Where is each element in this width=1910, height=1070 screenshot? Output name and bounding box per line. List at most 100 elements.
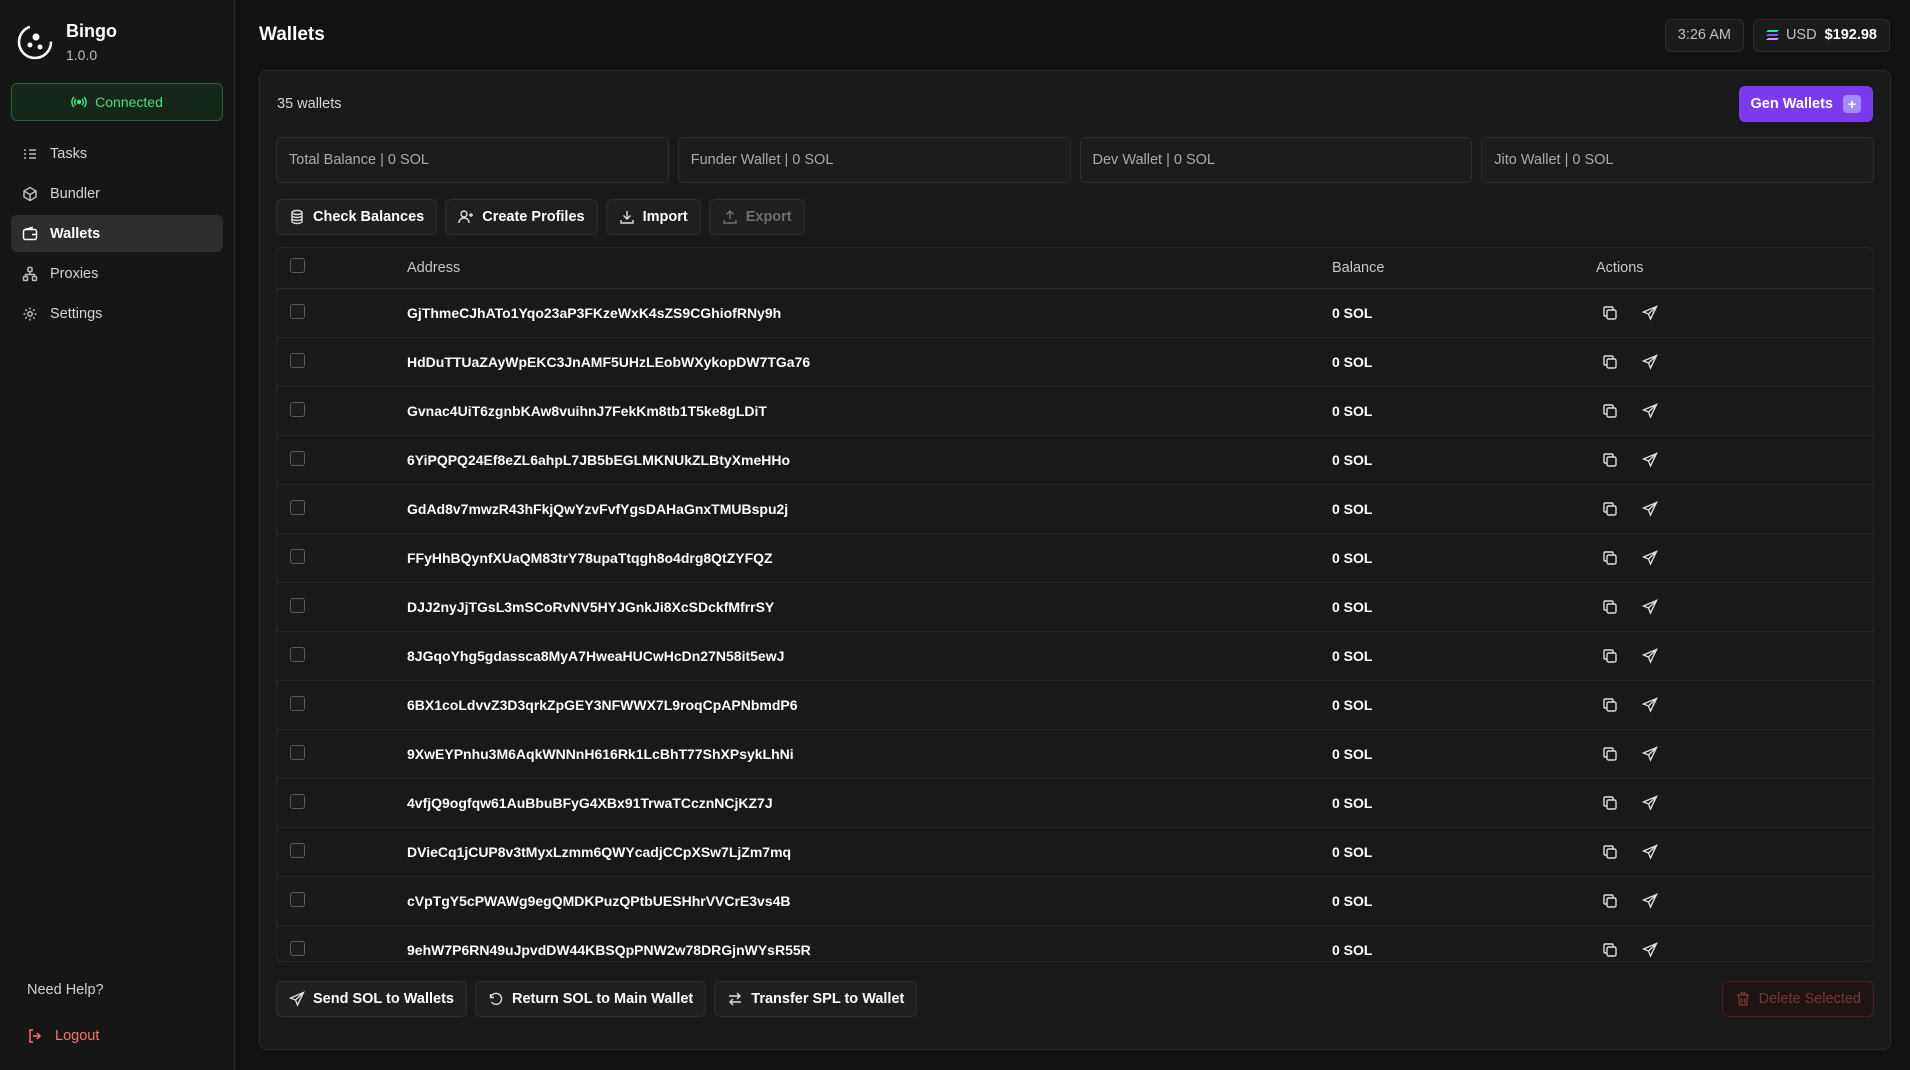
sidebar-item-tasks[interactable]: Tasks	[11, 135, 223, 172]
row-select-cell	[277, 778, 407, 828]
need-help-link[interactable]: Need Help?	[27, 982, 104, 998]
row-select-cell	[277, 386, 407, 436]
copy-icon[interactable]	[1596, 299, 1624, 327]
wallet-address: 4vfjQ9ogfqw61AuBbuBFyG4XBx91TrwaTCcznNCj…	[407, 778, 1332, 828]
row-select-cell	[277, 484, 407, 534]
send-sol-button[interactable]: Send SOL to Wallets	[276, 981, 467, 1017]
sidebar-item-bundler[interactable]: Bundler	[11, 175, 223, 212]
gen-wallets-button[interactable]: Gen Wallets +	[1738, 86, 1873, 122]
wallet-address: 6BX1coLdvvZ3D3qrkZpGEY3NFWWX7L9roqCpAPNb…	[407, 680, 1332, 730]
column-header-address: Address	[407, 248, 1332, 289]
copy-icon[interactable]	[1596, 544, 1624, 572]
copy-icon[interactable]	[1596, 593, 1624, 621]
select-all-checkbox[interactable]	[290, 258, 305, 274]
row-checkbox[interactable]	[290, 303, 305, 319]
wallet-address: DVieCq1jCUP8v3tMyxLzmm6QWYcadjCCpXSw7LjZ…	[407, 827, 1332, 877]
plus-icon: +	[1843, 95, 1861, 113]
app-version: 1.0.0	[66, 47, 98, 63]
row-checkbox[interactable]	[290, 793, 305, 809]
copy-icon[interactable]	[1596, 838, 1624, 866]
solana-icon	[1765, 30, 1779, 40]
send-icon[interactable]	[1636, 691, 1664, 719]
row-checkbox[interactable]	[290, 548, 305, 564]
row-actions-cell	[1596, 631, 1873, 681]
send-icon[interactable]	[1636, 299, 1664, 327]
column-header-balance: Balance	[1332, 248, 1596, 289]
row-actions-cell	[1596, 925, 1873, 962]
clock-display: 3:26 AM	[1664, 18, 1744, 52]
row-actions-cell	[1596, 729, 1873, 779]
send-icon[interactable]	[1636, 838, 1664, 866]
copy-icon[interactable]	[1596, 691, 1624, 719]
row-checkbox[interactable]	[290, 352, 305, 368]
row-checkbox[interactable]	[290, 695, 305, 711]
send-icon[interactable]	[1636, 348, 1664, 376]
row-checkbox[interactable]	[290, 891, 305, 907]
send-icon[interactable]	[1636, 642, 1664, 670]
wallet-balance: 0 SOL	[1332, 827, 1596, 877]
transfer-spl-button[interactable]: Transfer SPL to Wallet	[714, 981, 918, 1017]
sidebar-item-proxies[interactable]: Proxies	[11, 255, 223, 292]
wallet-address: 9ehW7P6RN49uJpvdDW44KBSQpPNW2w78DRGjnWYs…	[407, 925, 1332, 961]
wallet-balance: 0 SOL	[1332, 729, 1596, 779]
wallet-address: 8JGqoYhg5gdassca8MyA7HweaHUCwHcDn27N58it…	[407, 631, 1332, 681]
row-checkbox[interactable]	[290, 744, 305, 760]
row-checkbox[interactable]	[290, 401, 305, 417]
row-select-cell	[277, 680, 407, 730]
send-icon[interactable]	[1636, 593, 1664, 621]
copy-icon[interactable]	[1596, 936, 1624, 962]
wallet-icon	[22, 226, 38, 240]
table-row: 6YiPQPQ24Ef8eZL6ahpL7JB5bEGLMKNUkZLBtyXm…	[277, 435, 1873, 485]
page-title: Wallets	[259, 24, 325, 45]
row-checkbox[interactable]	[290, 940, 305, 956]
send-icon[interactable]	[1636, 887, 1664, 915]
return-sol-button[interactable]: Return SOL to Main Wallet	[475, 981, 707, 1017]
row-actions-cell	[1596, 484, 1873, 534]
logout-button[interactable]: Logout	[27, 1028, 99, 1044]
row-actions-cell	[1596, 533, 1873, 583]
send-icon[interactable]	[1636, 936, 1664, 962]
main-content: Wallets 3:26 AM USD $192.98 35 wallets G…	[235, 0, 1910, 1070]
send-icon[interactable]	[1636, 397, 1664, 425]
copy-icon[interactable]	[1596, 348, 1624, 376]
wallets-table-container[interactable]: Address Balance Actions GjThmeCJhATo1Yqo…	[276, 247, 1874, 962]
sidebar-item-label: Tasks	[50, 145, 88, 162]
sidebar-item-settings[interactable]: Settings	[11, 295, 223, 332]
row-actions-cell	[1596, 680, 1873, 730]
send-sol-label: Send SOL to Wallets	[313, 991, 454, 1007]
dev-wallet-field[interactable]: Dev Wallet | 0 SOL	[1079, 137, 1473, 183]
send-icon[interactable]	[1636, 544, 1664, 572]
column-header-actions: Actions	[1596, 248, 1873, 289]
trash-icon	[1736, 992, 1749, 1006]
row-checkbox[interactable]	[290, 597, 305, 613]
row-checkbox[interactable]	[290, 842, 305, 858]
send-icon[interactable]	[1636, 495, 1664, 523]
export-button[interactable]: Export	[708, 199, 805, 235]
row-checkbox[interactable]	[290, 450, 305, 466]
copy-icon[interactable]	[1596, 495, 1624, 523]
user-plus-icon	[458, 210, 474, 224]
check-balances-button[interactable]: Check Balances	[276, 199, 438, 235]
jito-wallet-field[interactable]: Jito Wallet | 0 SOL	[1481, 137, 1874, 183]
row-checkbox[interactable]	[290, 646, 305, 662]
delete-selected-button[interactable]: Delete Selected	[1721, 981, 1874, 1017]
copy-icon[interactable]	[1596, 740, 1624, 768]
create-profiles-button[interactable]: Create Profiles	[445, 199, 598, 235]
row-checkbox[interactable]	[290, 499, 305, 515]
copy-icon[interactable]	[1596, 397, 1624, 425]
send-icon[interactable]	[1636, 446, 1664, 474]
send-icon[interactable]	[1636, 740, 1664, 768]
copy-icon[interactable]	[1596, 446, 1624, 474]
copy-icon[interactable]	[1596, 887, 1624, 915]
copy-icon[interactable]	[1596, 642, 1624, 670]
coins-icon	[291, 209, 303, 225]
app-root: Bingo 1.0.0 Connected Tasks Bundler Wall…	[0, 0, 1910, 1070]
table-row: GjThmeCJhATo1Yqo23aP3FKzeWxK4sZS9CGhiofR…	[277, 288, 1873, 338]
send-icon[interactable]	[1636, 789, 1664, 817]
copy-icon[interactable]	[1596, 789, 1624, 817]
arrows-swap-icon	[729, 992, 742, 1006]
import-button[interactable]: Import	[605, 199, 701, 235]
brand: Bingo 1.0.0	[0, 0, 234, 70]
funder-wallet-field[interactable]: Funder Wallet | 0 SOL	[677, 137, 1071, 183]
sidebar-item-wallets[interactable]: Wallets	[11, 215, 223, 252]
